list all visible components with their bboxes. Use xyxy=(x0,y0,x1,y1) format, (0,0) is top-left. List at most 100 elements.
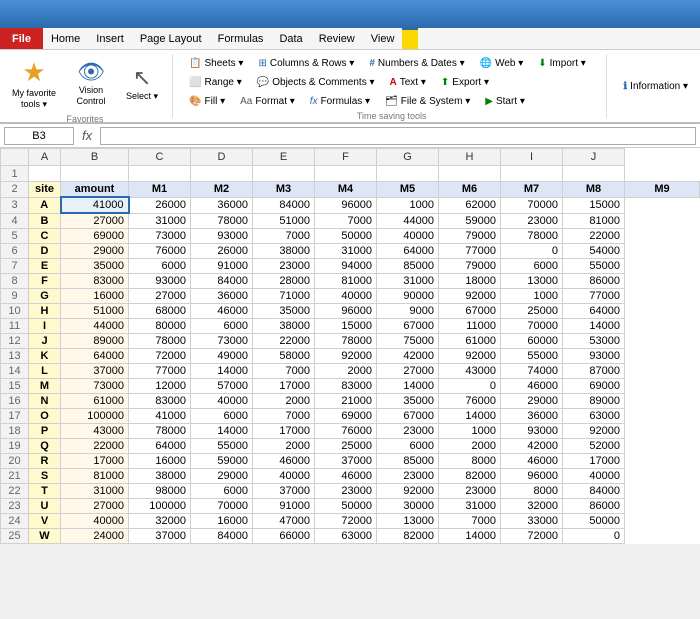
cell-11-2[interactable]: 80000 xyxy=(129,319,191,334)
select-button[interactable]: ↖ Select ▾ xyxy=(120,54,164,112)
cell-24-9[interactable]: 50000 xyxy=(563,514,625,529)
cell-6-1[interactable]: 29000 xyxy=(61,244,129,259)
cell-13-3[interactable]: 49000 xyxy=(191,349,253,364)
cell-18-9[interactable]: 92000 xyxy=(563,424,625,439)
cell-12-4[interactable]: 22000 xyxy=(253,334,315,349)
cell-9-9[interactable]: 77000 xyxy=(563,289,625,304)
cell-18-6[interactable]: 23000 xyxy=(377,424,439,439)
cell-13-5[interactable]: 92000 xyxy=(315,349,377,364)
cell-17-8[interactable]: 36000 xyxy=(501,409,563,424)
format-button[interactable]: AaFormat ▾ xyxy=(234,92,301,110)
information-button[interactable]: ℹInformation ▾ xyxy=(617,77,694,95)
cell-20-1[interactable]: 17000 xyxy=(61,454,129,469)
cell-11-5[interactable]: 15000 xyxy=(315,319,377,334)
cell-6-5[interactable]: 31000 xyxy=(315,244,377,259)
cell-4-5[interactable]: 7000 xyxy=(315,213,377,229)
cell-7-7[interactable]: 79000 xyxy=(439,259,501,274)
menu-data[interactable]: Data xyxy=(271,28,310,49)
cell-22-9[interactable]: 84000 xyxy=(563,484,625,499)
cell-19-3[interactable]: 55000 xyxy=(191,439,253,454)
cell-4-8[interactable]: 23000 xyxy=(501,213,563,229)
sheets-button[interactable]: 📋Sheets ▾ xyxy=(183,54,249,72)
cell-7-8[interactable]: 6000 xyxy=(501,259,563,274)
cell-16-2[interactable]: 83000 xyxy=(129,394,191,409)
cell-8-2[interactable]: 93000 xyxy=(129,274,191,289)
objects-comments-button[interactable]: 💬Objects & Comments ▾ xyxy=(251,73,381,91)
cell-15-6[interactable]: 14000 xyxy=(377,379,439,394)
cell-10-4[interactable]: 35000 xyxy=(253,304,315,319)
cell-9-0[interactable]: G xyxy=(29,289,61,304)
cell-15-4[interactable]: 17000 xyxy=(253,379,315,394)
cell-10-1[interactable]: 51000 xyxy=(61,304,129,319)
menu-review[interactable]: Review xyxy=(311,28,363,49)
cell-14-7[interactable]: 43000 xyxy=(439,364,501,379)
cell-2-3[interactable]: M2 xyxy=(191,182,253,198)
cell-3-1[interactable]: 41000 xyxy=(61,197,129,213)
cell-6-8[interactable]: 0 xyxy=(501,244,563,259)
cell-6-9[interactable]: 54000 xyxy=(563,244,625,259)
cell-reference-input[interactable] xyxy=(4,127,74,145)
cell-18-2[interactable]: 78000 xyxy=(129,424,191,439)
cell-15-8[interactable]: 46000 xyxy=(501,379,563,394)
start-button[interactable]: ▶Start ▾ xyxy=(479,92,531,110)
cell-18-0[interactable]: P xyxy=(29,424,61,439)
cell-3-5[interactable]: 96000 xyxy=(315,197,377,213)
web-button[interactable]: 🌐Web ▾ xyxy=(474,54,530,72)
cell-22-3[interactable]: 6000 xyxy=(191,484,253,499)
cell-3-4[interactable]: 84000 xyxy=(253,197,315,213)
cell-14-6[interactable]: 27000 xyxy=(377,364,439,379)
cell-24-7[interactable]: 7000 xyxy=(439,514,501,529)
cell-14-3[interactable]: 14000 xyxy=(191,364,253,379)
cell-10-5[interactable]: 96000 xyxy=(315,304,377,319)
cell-2-9[interactable]: M8 xyxy=(563,182,625,198)
cell-14-1[interactable]: 37000 xyxy=(61,364,129,379)
cell-25-1[interactable]: 24000 xyxy=(61,529,129,544)
cell-18-1[interactable]: 43000 xyxy=(61,424,129,439)
cell-7-3[interactable]: 91000 xyxy=(191,259,253,274)
cell-8-3[interactable]: 84000 xyxy=(191,274,253,289)
cell-22-4[interactable]: 37000 xyxy=(253,484,315,499)
cell-9-7[interactable]: 92000 xyxy=(439,289,501,304)
cell-20-3[interactable]: 59000 xyxy=(191,454,253,469)
cell-20-8[interactable]: 46000 xyxy=(501,454,563,469)
menu-page-layout[interactable]: Page Layout xyxy=(132,28,210,49)
cell-18-4[interactable]: 17000 xyxy=(253,424,315,439)
cell-4-9[interactable]: 81000 xyxy=(563,213,625,229)
cell-16-5[interactable]: 21000 xyxy=(315,394,377,409)
cell-22-7[interactable]: 23000 xyxy=(439,484,501,499)
cell-1-4[interactable] xyxy=(253,166,315,182)
formulas-button[interactable]: fxFormulas ▾ xyxy=(304,92,376,110)
range-button[interactable]: ⬜Range ▾ xyxy=(183,73,248,91)
cell-7-2[interactable]: 6000 xyxy=(129,259,191,274)
cell-5-4[interactable]: 7000 xyxy=(253,229,315,244)
cell-20-6[interactable]: 85000 xyxy=(377,454,439,469)
cell-7-0[interactable]: E xyxy=(29,259,61,274)
cell-14-4[interactable]: 7000 xyxy=(253,364,315,379)
cell-15-5[interactable]: 83000 xyxy=(315,379,377,394)
cell-10-9[interactable]: 64000 xyxy=(563,304,625,319)
cell-14-5[interactable]: 2000 xyxy=(315,364,377,379)
cell-20-4[interactable]: 46000 xyxy=(253,454,315,469)
cell-9-4[interactable]: 71000 xyxy=(253,289,315,304)
cell-6-6[interactable]: 64000 xyxy=(377,244,439,259)
cell-12-6[interactable]: 75000 xyxy=(377,334,439,349)
cell-3-6[interactable]: 1000 xyxy=(377,197,439,213)
cell-16-7[interactable]: 76000 xyxy=(439,394,501,409)
cell-19-6[interactable]: 6000 xyxy=(377,439,439,454)
cell-19-1[interactable]: 22000 xyxy=(61,439,129,454)
cell-21-5[interactable]: 46000 xyxy=(315,469,377,484)
cell-22-0[interactable]: T xyxy=(29,484,61,499)
cell-7-9[interactable]: 55000 xyxy=(563,259,625,274)
cell-12-1[interactable]: 89000 xyxy=(61,334,129,349)
cell-7-1[interactable]: 35000 xyxy=(61,259,129,274)
cell-17-0[interactable]: O xyxy=(29,409,61,424)
cell-14-2[interactable]: 77000 xyxy=(129,364,191,379)
cell-25-4[interactable]: 66000 xyxy=(253,529,315,544)
cell-11-8[interactable]: 70000 xyxy=(501,319,563,334)
cell-1-2[interactable] xyxy=(129,166,191,182)
cell-17-9[interactable]: 63000 xyxy=(563,409,625,424)
cell-10-7[interactable]: 67000 xyxy=(439,304,501,319)
cell-14-0[interactable]: L xyxy=(29,364,61,379)
cell-8-8[interactable]: 13000 xyxy=(501,274,563,289)
cell-25-2[interactable]: 37000 xyxy=(129,529,191,544)
